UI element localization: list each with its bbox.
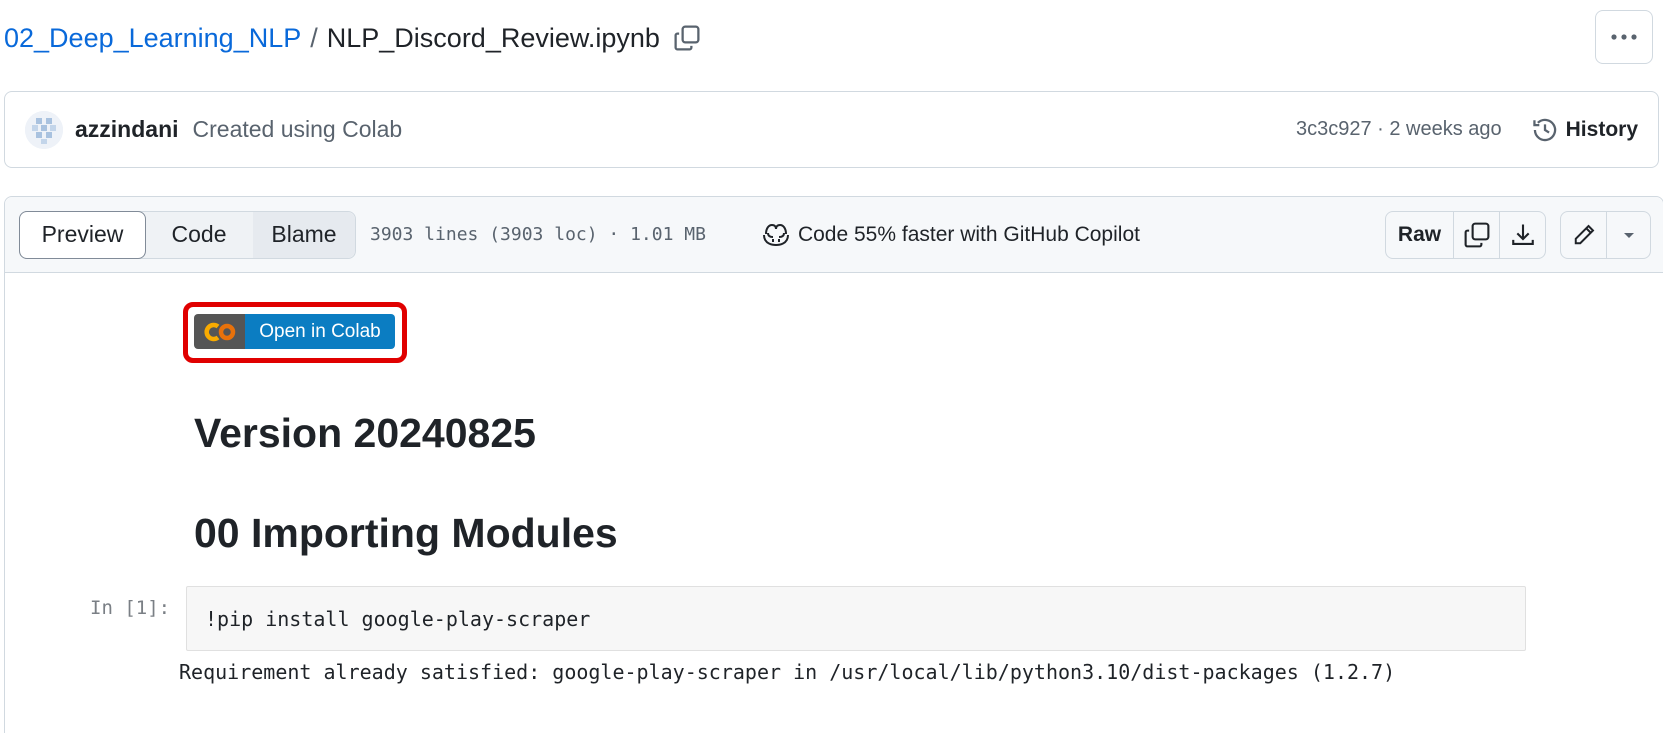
commit-right-group: 3c3c927 · 2 weeks ago History bbox=[1296, 117, 1638, 143]
history-button[interactable]: History bbox=[1532, 117, 1638, 143]
breadcrumb-file-name: NLP_Discord_Review.ipynb bbox=[326, 22, 660, 53]
edit-dropdown-button[interactable] bbox=[1606, 212, 1650, 258]
avatar[interactable] bbox=[25, 110, 63, 149]
copilot-icon bbox=[762, 223, 789, 246]
edit-file-button[interactable] bbox=[1561, 212, 1606, 258]
code-cell: !pip install google-play-scraper bbox=[186, 586, 1526, 651]
history-icon bbox=[1532, 118, 1556, 141]
commit-hash-time[interactable]: 3c3c927 · 2 weeks ago bbox=[1296, 118, 1502, 141]
more-options-button[interactable] bbox=[1595, 10, 1653, 64]
pencil-icon bbox=[1574, 224, 1594, 245]
copy-path-icon[interactable] bbox=[672, 23, 702, 53]
open-in-colab-badge[interactable]: Open in Colab bbox=[194, 314, 395, 349]
colab-logo-icon bbox=[194, 314, 245, 349]
copilot-label: Code 55% faster with GitHub Copilot bbox=[797, 222, 1140, 246]
cell-input-prompt: In [1]: bbox=[90, 597, 171, 619]
raw-copy-download-group: Raw bbox=[1385, 211, 1546, 259]
history-label: History bbox=[1565, 117, 1638, 141]
open-in-colab-label: Open in Colab bbox=[245, 314, 395, 349]
tab-blame[interactable]: Blame bbox=[253, 211, 355, 258]
breadcrumb: 02_Deep_Learning_NLP / NLP_Discord_Revie… bbox=[4, 18, 702, 58]
breadcrumb-separator: / bbox=[310, 22, 318, 53]
download-raw-button[interactable] bbox=[1499, 212, 1545, 258]
code-cell-source: !pip install google-play-scraper bbox=[205, 606, 591, 631]
file-header: Preview Code Blame 3903 lines (3903 loc)… bbox=[5, 197, 1663, 273]
view-mode-segmented-control: Preview Code Blame bbox=[19, 210, 356, 259]
triangle-down-icon bbox=[1623, 233, 1634, 238]
heading-version: Version 20240825 bbox=[194, 410, 536, 456]
heading-importing-modules: 00 Importing Modules bbox=[194, 510, 618, 556]
file-stats: 3903 lines (3903 loc) · 1.01 MB bbox=[370, 224, 706, 245]
tab-code[interactable]: Code bbox=[145, 212, 253, 258]
cell-output: Requirement already satisfied: google-pl… bbox=[179, 660, 1396, 684]
copy-icon bbox=[1464, 222, 1489, 248]
raw-button[interactable]: Raw bbox=[1386, 212, 1453, 258]
copilot-promo-link[interactable]: Code 55% faster with GitHub Copilot bbox=[762, 222, 1140, 248]
kebab-horizontal-icon bbox=[1611, 34, 1637, 40]
download-icon bbox=[1511, 224, 1534, 245]
breadcrumb-folder-link[interactable]: 02_Deep_Learning_NLP bbox=[4, 23, 301, 54]
commit-message-link[interactable]: Created using Colab bbox=[193, 116, 403, 143]
copy-raw-button[interactable] bbox=[1453, 212, 1499, 258]
file-viewer: Preview Code Blame 3903 lines (3903 loc)… bbox=[4, 196, 1663, 733]
edit-group bbox=[1560, 211, 1651, 259]
file-actions: Raw bbox=[1385, 211, 1651, 259]
commit-author-link[interactable]: azzindani bbox=[75, 116, 179, 143]
tab-preview[interactable]: Preview bbox=[19, 210, 146, 259]
latest-commit-box: azzindani Created using Colab 3c3c927 · … bbox=[4, 91, 1659, 168]
